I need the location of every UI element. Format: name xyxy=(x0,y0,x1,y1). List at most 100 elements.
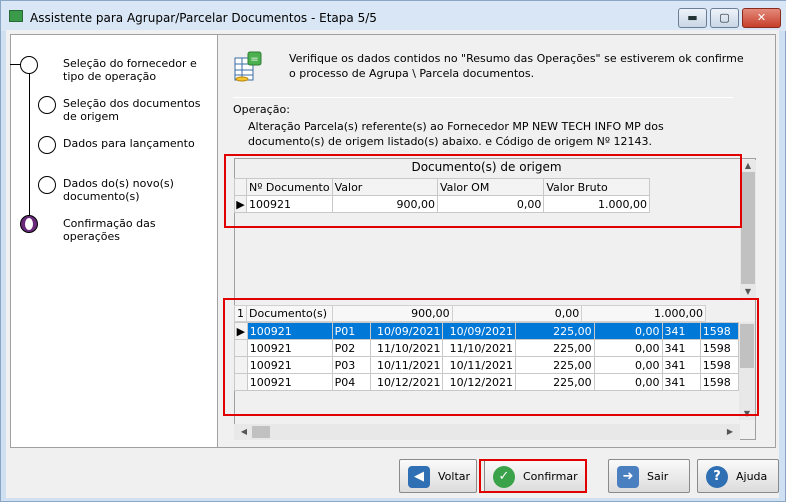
cell-code[interactable]: 341 xyxy=(661,356,701,374)
cell-date[interactable]: 10/11/2021 xyxy=(442,356,517,374)
cell-valor[interactable]: 225,00 xyxy=(515,356,595,374)
scroll-thumb[interactable] xyxy=(741,172,755,284)
new-documents-grid[interactable]: ▶ 100921 P01 10/09/2021 10/09/2021 225,0… xyxy=(234,322,740,391)
cell-doc[interactable]: 100921 xyxy=(246,373,333,391)
app-icon xyxy=(9,10,23,22)
origin-documents-grid[interactable]: Nº Documento Valor Valor OM Valor Bruto … xyxy=(234,178,650,213)
cell-om[interactable]: 0,00 xyxy=(593,322,663,340)
scroll-right-icon[interactable]: ▶ xyxy=(722,426,738,438)
table-row[interactable]: 100921 P02 11/10/2021 11/10/2021 225,00 … xyxy=(234,339,740,357)
cell-parcela[interactable]: P02 xyxy=(331,339,371,357)
check-icon: ✓ xyxy=(493,466,515,488)
back-button[interactable]: ◀ Voltar xyxy=(399,459,477,493)
title-bar: Assistente para Agrupar/Parcelar Documen… xyxy=(1,1,786,31)
cell-om[interactable]: 0,00 xyxy=(593,339,663,357)
maximize-button[interactable]: ▢ xyxy=(710,8,739,28)
steps-connector xyxy=(29,64,30,224)
step-1-circle-icon xyxy=(20,56,38,74)
new-docs-vertical-scrollbar[interactable]: ▼ xyxy=(739,322,755,420)
step-5-active-icon xyxy=(20,215,38,233)
cell-code[interactable]: 1598 xyxy=(699,339,740,357)
cell-doc[interactable]: 100921 xyxy=(246,339,333,357)
cell-valor[interactable]: 225,00 xyxy=(515,322,595,340)
confirm-button-label: Confirmar xyxy=(523,470,578,483)
exit-door-icon: ➜ xyxy=(617,466,639,488)
table-row[interactable]: ▶ 100921 P01 10/09/2021 10/09/2021 225,0… xyxy=(234,322,740,340)
cell-date[interactable]: 11/10/2021 xyxy=(369,339,444,357)
table-row[interactable]: 100921 P03 10/11/2021 10/11/2021 225,00 … xyxy=(234,356,740,374)
exit-button-label: Sair xyxy=(647,470,669,483)
row-indicator-header xyxy=(234,178,247,196)
help-button-label: Ajuda xyxy=(736,470,768,483)
cell-doc[interactable]: 100921 xyxy=(246,322,333,340)
scroll-thumb[interactable] xyxy=(252,426,270,438)
scroll-thumb[interactable] xyxy=(740,324,754,368)
cell-date[interactable]: 10/12/2021 xyxy=(369,373,444,391)
summary-count: 1 xyxy=(234,305,247,322)
origin-grid-title: Documento(s) de origem xyxy=(411,160,562,174)
step-3-label: Dados para lançamento xyxy=(63,137,195,150)
cell-date[interactable]: 10/09/2021 xyxy=(369,322,444,340)
cell-om[interactable]: 0,00 xyxy=(593,356,663,374)
column-header[interactable]: Valor xyxy=(331,178,438,196)
cell-doc[interactable]: 100921 xyxy=(246,356,333,374)
summary-label: Documento(s) xyxy=(246,305,333,322)
cell-code[interactable]: 1598 xyxy=(699,322,740,340)
operation-text: Alteração Parcela(s) referente(s) ao For… xyxy=(248,120,664,148)
table-row[interactable]: 100921 P04 10/12/2021 10/12/2021 225,00 … xyxy=(234,373,740,391)
cell-doc[interactable]: 100921 xyxy=(245,195,333,213)
intro-text: Verifique os dados contidos no "Resumo d… xyxy=(289,52,744,80)
cell-parcela[interactable]: P01 xyxy=(331,322,371,340)
cell-code[interactable]: 341 xyxy=(661,339,701,357)
origin-vertical-scrollbar[interactable]: ▲ ▼ xyxy=(740,160,756,298)
cell-valor[interactable]: 225,00 xyxy=(515,373,595,391)
scroll-up-icon[interactable]: ▲ xyxy=(740,160,756,172)
current-row-icon: ▶ xyxy=(234,195,247,213)
window-title: Assistente para Agrupar/Parcelar Documen… xyxy=(30,11,377,25)
cell-code[interactable]: 341 xyxy=(661,322,701,340)
cell-date[interactable]: 10/12/2021 xyxy=(442,373,517,391)
summary-om: 0,00 xyxy=(451,305,583,322)
table-row[interactable]: ▶ 100921 900,00 0,00 1.000,00 xyxy=(234,195,650,213)
close-button[interactable]: ✕ xyxy=(742,8,781,28)
cell-parcela[interactable]: P04 xyxy=(331,373,371,391)
back-button-label: Voltar xyxy=(438,470,471,483)
cell-date[interactable]: 11/10/2021 xyxy=(442,339,517,357)
step-2-circle-icon xyxy=(38,96,56,114)
scroll-down-icon[interactable]: ▼ xyxy=(739,408,755,420)
column-header[interactable]: Valor Bruto xyxy=(543,178,650,196)
scroll-left-icon[interactable]: ◀ xyxy=(236,426,252,438)
row-indicator xyxy=(234,356,248,374)
cell-code[interactable]: 1598 xyxy=(699,356,740,374)
step-5-label: Confirmação das operações xyxy=(63,217,156,243)
current-row-icon: ▶ xyxy=(234,322,248,340)
minimize-button[interactable]: ▬ xyxy=(678,8,707,28)
help-button[interactable]: ? Ajuda xyxy=(697,459,779,493)
divider xyxy=(233,97,733,98)
cell-valor[interactable]: 225,00 xyxy=(515,339,595,357)
new-docs-summary-row: 1 Documento(s) 900,00 0,00 1.000,00 xyxy=(234,305,706,322)
column-header[interactable]: Nº Documento xyxy=(245,178,333,196)
exit-button[interactable]: ➜ Sair xyxy=(608,459,690,493)
step-1-label: Seleção do fornecedor e tipo de operação xyxy=(63,57,197,83)
row-indicator xyxy=(234,373,248,391)
step-3-circle-icon xyxy=(38,136,56,154)
cell-om[interactable]: 0,00 xyxy=(593,373,663,391)
operation-label: Operação: xyxy=(233,103,290,116)
cell-code[interactable]: 1598 xyxy=(699,373,740,391)
cell-date[interactable]: 10/09/2021 xyxy=(442,322,517,340)
horizontal-scrollbar[interactable]: ◀ ▶ xyxy=(234,424,740,440)
cell-date[interactable]: 10/11/2021 xyxy=(369,356,444,374)
cell-valor-om[interactable]: 0,00 xyxy=(436,195,545,213)
cell-valor-bruto[interactable]: 1.000,00 xyxy=(543,195,650,213)
confirm-button[interactable]: ✓ Confirmar xyxy=(484,459,586,493)
arrow-left-icon: ◀ xyxy=(408,466,430,488)
step-2-label: Seleção dos documentos de origem xyxy=(63,97,201,123)
scroll-down-icon[interactable]: ▼ xyxy=(740,286,756,298)
column-header[interactable]: Valor OM xyxy=(436,178,545,196)
cell-parcela[interactable]: P03 xyxy=(331,356,371,374)
grid-header-row: Nº Documento Valor Valor OM Valor Bruto xyxy=(234,178,650,196)
step-4-circle-icon xyxy=(38,176,56,194)
cell-code[interactable]: 341 xyxy=(661,373,701,391)
cell-valor[interactable]: 900,00 xyxy=(331,195,438,213)
